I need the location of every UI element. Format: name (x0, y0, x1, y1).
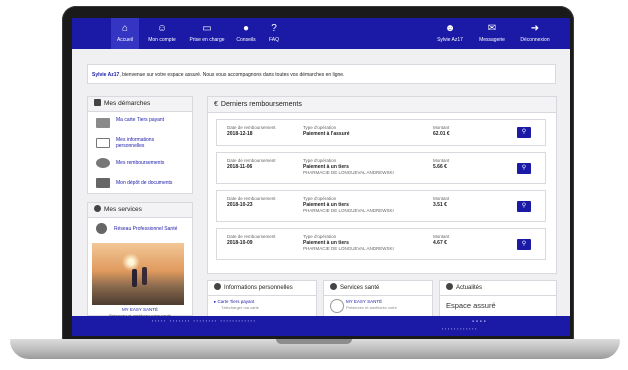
home-icon: ⌂ (121, 23, 129, 34)
service-item-reseau[interactable]: Réseau Professionnel Santé (88, 220, 192, 242)
demarche-item-tiers-payant[interactable]: Ma carte Tiers payant (88, 113, 192, 135)
user-icon: ☻ (444, 23, 456, 34)
runner-figure (142, 267, 147, 285)
gear-icon (96, 223, 107, 234)
demarche-item-infos[interactable]: Mes informations personnelles (88, 133, 192, 155)
panel-services-sante: Services santé MY EASY SANTÉ Préservez e… (323, 280, 433, 320)
panel-title: Services santé (324, 281, 432, 296)
coins-icon (96, 158, 110, 168)
card-icon (96, 118, 110, 128)
id-card-icon (96, 138, 110, 148)
footer-bar: ▪ ▪ ▪ ▪ ▪ ▪ ▪ ▪ ▪ ▪ ▪ ▪ ▪ ▪ ▪ ▪ ▪ ▪ ▪ ▪ … (72, 316, 570, 336)
nav-user-account[interactable]: ☻ Sylvie Az17 (432, 18, 468, 49)
panel-informations-personnelles: Informations personnelles ▸ Carte Tiers … (207, 280, 317, 320)
globe-icon (330, 283, 337, 290)
demarche-item-depot[interactable]: Mon dépôt de documents (88, 173, 192, 195)
link-subtext: Télécharger ma carte (221, 305, 260, 310)
remboursement-row: Date de remboursement 2018-10-09 Type d'o… (216, 228, 546, 260)
user-icon (214, 283, 221, 290)
panel-mes-services: Mes services Réseau Professionnel Santé … (87, 202, 193, 318)
nav-mon-compte[interactable]: ☺ Mon compte (144, 18, 180, 49)
nav-messagerie[interactable]: ✉ Messagerie (474, 18, 510, 49)
list-icon (94, 99, 101, 106)
panel-derniers-remboursements: € Derniers remboursements Date de rembour… (207, 96, 557, 274)
welcome-text: , bienvenue sur votre espace assuré. Nou… (119, 72, 345, 78)
panel-mes-demarches: Mes démarches Ma carte Tiers payant Mes … (87, 96, 193, 194)
link-subtext: Préservez et améliorez votre (346, 305, 397, 310)
nav-conseils[interactable]: ● Conseils (233, 18, 259, 49)
link-my-easy-sante[interactable]: MY EASY SANTÉ (346, 299, 382, 304)
monitor-icon: ▭ (202, 23, 212, 34)
top-navigation: ⌂ Accueil ☺ Mon compte ▭ Prise en charge… (72, 18, 570, 49)
remboursement-row: Date de remboursement 2018-10-23 Type d'o… (216, 190, 546, 222)
info-icon (94, 205, 101, 212)
panel-title: € Derniers remboursements (208, 97, 556, 113)
nav-faq[interactable]: ? FAQ (264, 18, 284, 49)
panel-title: Mes services (88, 203, 192, 218)
search-icon: ⚲ (521, 129, 527, 135)
nav-prise-en-charge[interactable]: ▭ Prise en charge (185, 18, 229, 49)
search-icon: ⚲ (521, 241, 527, 247)
promo-image[interactable] (92, 243, 184, 305)
remboursement-row: Date de remboursement 2018-11-06 Type d'o… (216, 152, 546, 184)
footer-social: ● ● ● ● (472, 319, 487, 323)
laptop-notch (276, 339, 352, 344)
euro-icon: € (214, 101, 218, 108)
info-icon (446, 283, 453, 290)
welcome-user-name: Sylvie Az17 (92, 72, 120, 78)
news-headline[interactable]: Espace assuré (446, 301, 496, 310)
chat-icon: ● (242, 23, 250, 34)
search-detail-button[interactable]: ⚲ (517, 127, 531, 138)
footer-copyright: ▪ ▪ ▪ ▪ ▪ ▪ ▪ ▪ ▪ ▪ ▪ ▪ (442, 327, 477, 331)
search-detail-button[interactable]: ⚲ (517, 239, 531, 250)
question-icon: ? (271, 23, 277, 34)
health-logo-icon (330, 299, 344, 313)
panel-title: Mes démarches (88, 97, 192, 112)
search-detail-button[interactable]: ⚲ (517, 163, 531, 174)
panel-title: Actualités (440, 281, 556, 296)
panel-title: Informations personnelles (208, 281, 316, 296)
search-detail-button[interactable]: ⚲ (517, 201, 531, 212)
browser-screen: ⌂ Accueil ☺ Mon compte ▭ Prise en charge… (72, 18, 570, 336)
users-icon: ☺ (156, 23, 168, 34)
demarche-item-remboursements[interactable]: Mes remboursements (88, 153, 192, 175)
promo-title[interactable]: MY EASY SANTÉ (88, 307, 192, 312)
search-icon: ⚲ (521, 165, 527, 171)
logout-icon: ➜ (530, 23, 540, 34)
nav-deconnexion[interactable]: ➜ Déconnexion (515, 18, 555, 49)
remboursement-row: Date de remboursement 2018-12-18 Type d'o… (216, 119, 546, 146)
panel-actualites: Actualités Espace assuré (439, 280, 557, 320)
welcome-banner: Sylvie Az17, bienvenue sur votre espace … (87, 64, 556, 84)
sun-glow (122, 253, 140, 271)
runner-figure (132, 269, 137, 287)
footer-links: ▪ ▪ ▪ ▪ ▪ ▪ ▪ ▪ ▪ ▪ ▪ ▪ ▪ ▪ ▪ ▪ ▪ ▪ ▪ ▪ … (152, 319, 256, 323)
mail-icon: ✉ (487, 23, 497, 34)
search-icon: ⚲ (521, 203, 527, 209)
upload-icon (96, 178, 110, 188)
nav-accueil[interactable]: ⌂ Accueil (111, 18, 139, 49)
